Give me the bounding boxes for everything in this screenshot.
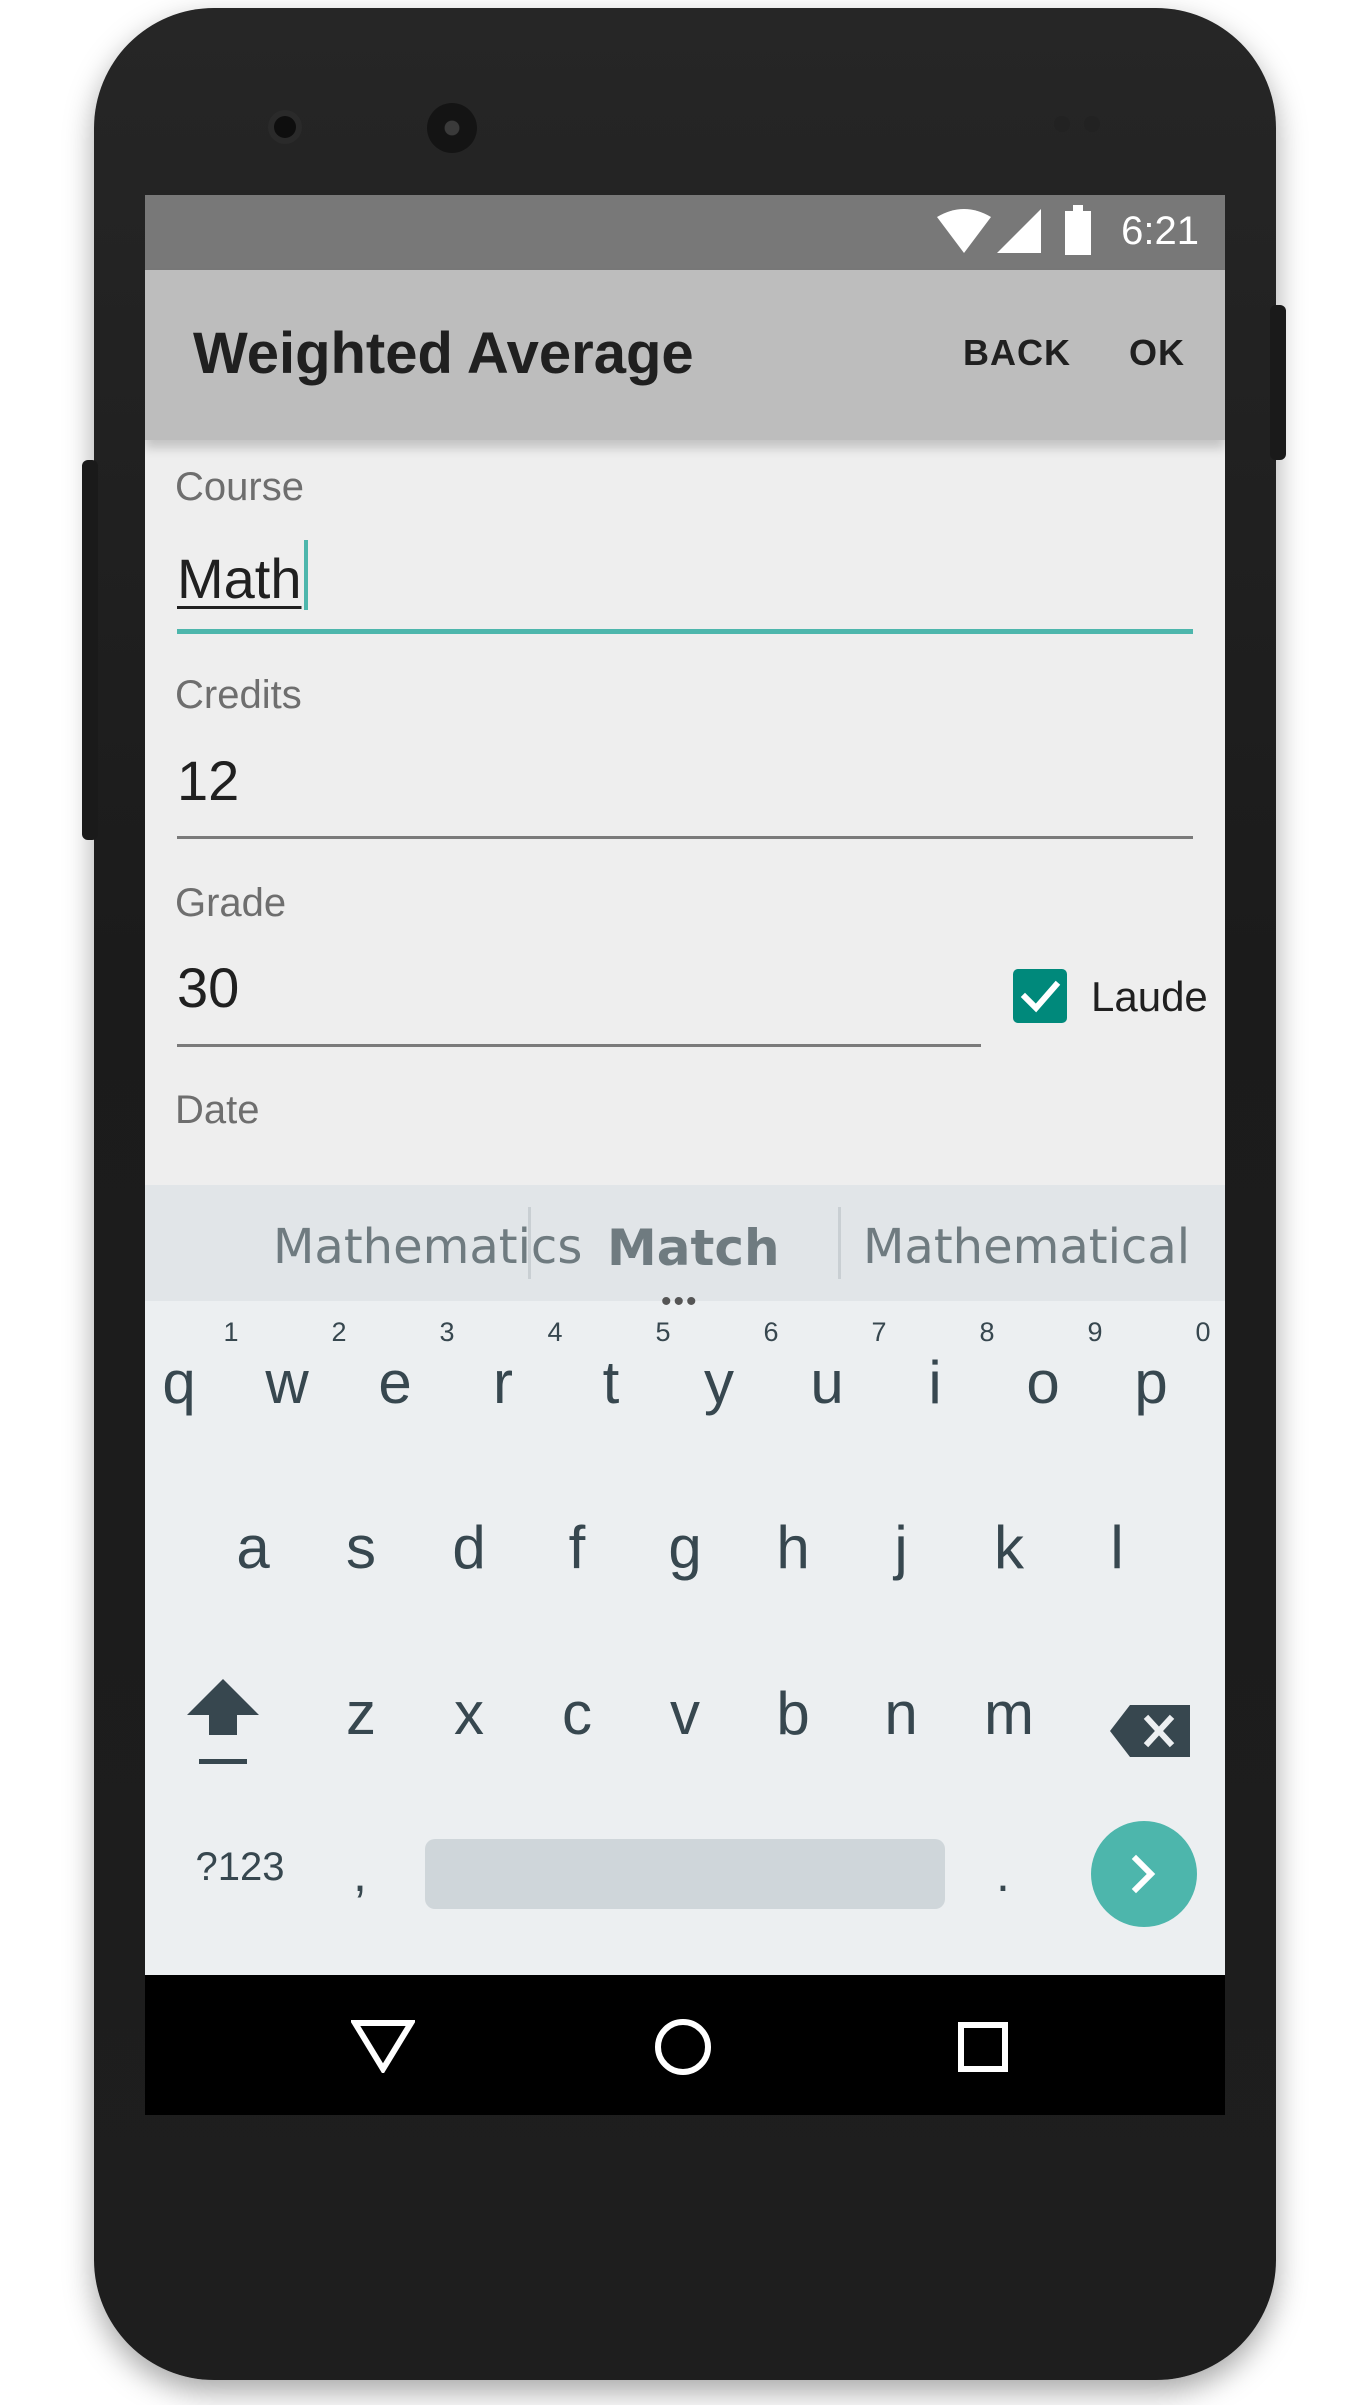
key-i[interactable]: i [885, 1348, 985, 1417]
key-j[interactable]: j [851, 1513, 951, 1582]
key-s[interactable]: s [311, 1513, 411, 1582]
key-o[interactable]: o [993, 1348, 1093, 1417]
key-g[interactable]: g [635, 1513, 735, 1582]
wifi-icon [937, 209, 991, 253]
key-hint-2: 2 [331, 1317, 347, 1347]
key-l[interactable]: l [1067, 1513, 1167, 1582]
key-h[interactable]: h [743, 1513, 843, 1582]
text-cursor [303, 540, 308, 610]
credits-label: Credits [175, 673, 302, 717]
key-hint-0: 0 [1195, 1317, 1211, 1347]
shift-key-icon[interactable] [183, 1675, 263, 1771]
key-hint-5: 5 [655, 1317, 671, 1347]
key-d[interactable]: d [419, 1513, 519, 1582]
earpiece-speaker [427, 103, 477, 153]
course-underline [177, 629, 1193, 634]
suggestion-left[interactable]: Mathematics [273, 1219, 582, 1275]
app-bar: Weighted Average BACK OK [145, 270, 1225, 440]
proximity-sensor [1054, 116, 1070, 132]
light-sensor [1084, 116, 1100, 132]
key-k[interactable]: k [959, 1513, 1059, 1582]
key-p[interactable]: p [1101, 1348, 1201, 1417]
home-nav-icon[interactable] [653, 2017, 713, 2077]
checkmark-icon [1020, 980, 1061, 1013]
laude-checkbox[interactable] [1013, 969, 1067, 1023]
key-hint-6: 6 [763, 1317, 779, 1347]
key-w[interactable]: w [237, 1348, 337, 1417]
laude-label: Laude [1091, 973, 1208, 1020]
suggestion-divider [528, 1207, 531, 1279]
symbols-key[interactable]: ?123 [175, 1845, 305, 1890]
key-q[interactable]: q [145, 1348, 229, 1417]
grade-underline [177, 1044, 981, 1047]
key-u[interactable]: u [777, 1348, 877, 1417]
key-t[interactable]: t [561, 1348, 661, 1417]
volume-button [82, 460, 98, 840]
suggestion-divider [838, 1207, 841, 1279]
key-hint-4: 4 [547, 1317, 563, 1347]
comma-key[interactable]: , [310, 1845, 410, 1903]
ok-button[interactable]: OK [1129, 332, 1185, 374]
key-e[interactable]: e [345, 1348, 445, 1417]
key-x[interactable]: x [419, 1679, 519, 1748]
period-key[interactable]: . [953, 1845, 1053, 1903]
key-z[interactable]: z [311, 1679, 411, 1748]
signal-icon [997, 209, 1041, 253]
page-title: Weighted Average [193, 321, 694, 386]
key-hint-8: 8 [979, 1317, 995, 1347]
key-c[interactable]: c [527, 1679, 627, 1748]
credits-underline [177, 836, 1193, 839]
power-button [1270, 305, 1286, 460]
key-n[interactable]: n [851, 1679, 951, 1748]
battery-icon [1065, 205, 1091, 255]
course-field[interactable]: Math [177, 540, 308, 611]
key-b[interactable]: b [743, 1679, 843, 1748]
status-time: 6:21 [1121, 209, 1199, 253]
key-hint-9: 9 [1087, 1317, 1103, 1347]
navigation-bar [145, 1975, 1225, 2115]
backspace-key-icon[interactable] [1110, 1705, 1190, 1757]
key-m[interactable]: m [959, 1679, 1059, 1748]
key-v[interactable]: v [635, 1679, 735, 1748]
key-hint-1: 1 [223, 1317, 239, 1347]
date-label: Date [175, 1088, 260, 1132]
suggestion-strip: Mathematics Match Mathematical ••• [145, 1185, 1225, 1318]
key-a[interactable]: a [203, 1513, 303, 1582]
suggestion-right[interactable]: Mathematical [863, 1219, 1190, 1275]
recents-nav-icon[interactable] [957, 2021, 1009, 2073]
key-f[interactable]: f [527, 1513, 627, 1582]
soft-keyboard: Mathematics Match Mathematical ••• ?123 … [145, 1185, 1225, 1975]
more-suggestions-icon: ••• [661, 1285, 699, 1318]
chevron-right-icon [1131, 1854, 1156, 1894]
phone-screen: 6:21 Weighted Average BACK OK Course Mat… [145, 195, 1225, 2115]
grade-label: Grade [175, 881, 287, 925]
back-button[interactable]: BACK [963, 332, 1071, 374]
key-r[interactable]: r [453, 1348, 553, 1417]
course-value: Math [177, 547, 302, 610]
key-hint-3: 3 [439, 1317, 455, 1347]
suggestion-center[interactable]: Match [607, 1219, 780, 1277]
grade-field[interactable]: 30 [177, 955, 239, 1020]
status-bar: 6:21 [145, 195, 1225, 270]
course-label: Course [175, 465, 304, 509]
space-key[interactable] [425, 1839, 945, 1909]
key-hint-7: 7 [871, 1317, 887, 1347]
front-camera [274, 116, 296, 138]
enter-key[interactable] [1091, 1821, 1197, 1927]
key-y[interactable]: y [669, 1348, 769, 1417]
back-nav-icon[interactable] [351, 2019, 415, 2073]
credits-field[interactable]: 12 [177, 748, 239, 813]
